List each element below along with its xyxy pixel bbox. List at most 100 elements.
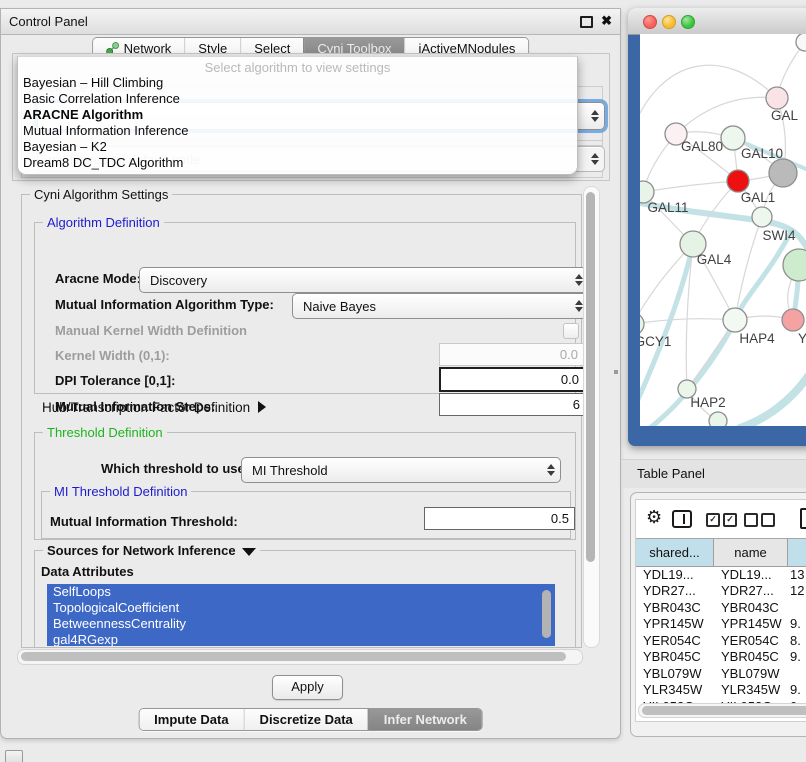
network-edge [735,217,762,320]
attribute-item[interactable]: SelfLoops [47,584,555,600]
table-cell[interactable]: 8. [788,633,806,648]
mi-type-label: Mutual Information Algorithm Type: [55,297,274,312]
sources-title: Sources for Network Inference [47,543,236,558]
network-node-gal[interactable] [766,87,788,109]
hub-definition-label: Hub/Transcription Factor Definition [42,400,250,415]
settings-vertical-scrollbar[interactable] [583,186,600,648]
column-header-name[interactable]: name [714,539,788,566]
table-cell[interactable]: 9. [788,649,806,664]
table-cell[interactable]: 13 [788,567,806,582]
document-icon[interactable] [800,508,806,529]
algorithm-option[interactable]: ARACNE Algorithm [18,107,577,123]
network-canvas[interactable]: GALGAL80GAL10GAL1GAL11SWI4GAL4GCY1HAP4YH… [640,34,806,426]
table-row[interactable]: YER054CYER054C8. [636,632,806,649]
table-cell[interactable]: YBR045C [636,649,714,664]
network-node[interactable] [769,159,797,187]
list-scrollbar-thumb[interactable] [542,590,551,638]
mi-threshold-field[interactable]: 0.5 [424,507,575,530]
network-node[interactable] [796,34,806,51]
network-node-hap4[interactable] [723,308,747,332]
scrollbar-thumb[interactable] [642,706,806,715]
which-threshold-value: MI Threshold [252,463,328,478]
table-cell[interactable]: YBR045C [714,649,788,664]
network-node-gcy1[interactable] [640,313,644,335]
mi-steps-field[interactable]: 6 [439,393,586,416]
table-cell[interactable]: YPR145W [636,616,714,631]
select-all-checks-icon[interactable]: ✓✓ [706,513,737,527]
dpi-tolerance-field[interactable]: 0.0 [439,367,586,392]
sources-toggle[interactable]: Sources for Network Inference [43,543,260,558]
scrollbar-thumb[interactable] [21,652,566,661]
table-row[interactable]: YBR043CYBR043C [636,599,806,616]
attribute-item[interactable]: gal4RGexp [47,632,555,646]
network-node-y[interactable] [782,309,804,331]
bottom-tab-infer-network[interactable]: Infer Network [368,709,482,730]
minimized-panel-icon[interactable] [5,750,23,762]
settings-horizontal-scrollbar[interactable] [17,649,583,665]
attribute-item[interactable]: BetweennessCentrality [47,616,555,632]
table-cell[interactable]: YER054C [714,633,788,648]
which-threshold-combo[interactable]: MI Threshold [241,457,561,483]
bottom-tab-impute-data[interactable]: Impute Data [139,709,243,730]
table-cell[interactable]: YDR27... [714,583,788,598]
which-threshold-label: Which threshold to use: [101,461,249,476]
table-cell[interactable]: YBL079W [636,666,714,681]
split-columns-icon[interactable] [672,510,692,528]
attribute-item[interactable]: TopologicalCoefficient [47,600,555,616]
table-cell[interactable]: YPR145W [714,616,788,631]
network-node[interactable] [709,412,727,426]
table-cell[interactable]: YBR043C [636,600,714,615]
close-icon[interactable]: ✖ [601,13,612,29]
algorithm-option[interactable]: Mutual Information Inference [18,123,577,139]
algorithm-option[interactable]: Bayesian – Hill Climbing [18,75,577,91]
table-cell[interactable]: YBL079W [714,666,788,681]
settings-gear-icon[interactable]: ⚙ [646,509,662,527]
table-cell[interactable]: YDL19... [636,567,714,582]
algorithm-option[interactable]: Bayesian – K2 [18,139,577,155]
table-cell[interactable]: 9. [788,682,806,697]
data-attributes-list[interactable]: SelfLoopsTopologicalCoefficientBetweenne… [47,584,555,646]
splitter-handle[interactable] [614,370,618,374]
column-header-shared-name[interactable]: shared... [636,539,714,566]
manual-kernel-checkbox[interactable] [563,323,579,339]
network-node-swi4[interactable] [752,207,772,227]
hub-definition-toggle[interactable]: Hub/Transcription Factor Definition [42,400,266,415]
expand-right-icon [258,401,266,413]
dropdown-items: Bayesian – Hill ClimbingBasic Correlatio… [18,75,577,171]
close-traffic-light-icon[interactable] [643,15,657,29]
column-header-partial[interactable] [788,539,806,566]
zoom-traffic-light-icon[interactable] [681,15,695,29]
table-cell[interactable]: 9. [788,616,806,631]
mi-type-combo[interactable]: Naive Bayes [292,293,589,319]
kernel-width-field[interactable]: 0.0 [439,343,584,366]
table-row[interactable]: YDL19...YDL19...13 [636,566,806,583]
minimize-traffic-light-icon[interactable] [662,15,676,29]
table-cell[interactable]: YLR345W [714,682,788,697]
table-row[interactable]: YDR27...YDR27...12 [636,583,806,600]
dropdown-placeholder: Select algorithm to view settings [18,57,577,75]
table-horizontal-scrollbar[interactable] [638,703,806,718]
table-row[interactable]: YPR145WYPR145W9. [636,616,806,633]
algorithm-option[interactable]: Basic Correlation Inference [18,91,577,107]
table-row[interactable]: YBR045CYBR045C9. [636,649,806,666]
table-cell[interactable]: YDL19... [714,567,788,582]
table-cell[interactable]: YDR27... [636,583,714,598]
table-cell[interactable]: 12 [788,583,806,598]
table-row[interactable]: YLR345WYLR345W9. [636,682,806,699]
aracne-mode-combo[interactable]: Discovery [139,267,589,293]
table-cell[interactable]: YLR345W [636,682,714,697]
table-cell[interactable]: YBR043C [714,600,788,615]
table-cell[interactable]: YER054C [636,633,714,648]
deselect-checks-icon[interactable] [744,513,775,527]
table-row[interactable]: YBL079WYBL079W [636,665,806,682]
tab-label: Impute Data [154,712,228,727]
bottom-tab-discretize-data[interactable]: Discretize Data [244,709,368,730]
control-panel-titlebar: Control Panel ✖ [1,9,620,35]
scrollbar-thumb[interactable] [586,192,595,562]
mi-type-value: Naive Bayes [303,299,376,314]
float-window-icon[interactable] [580,16,593,28]
network-node[interactable] [783,249,806,281]
algorithm-option[interactable]: Dream8 DC_TDC Algorithm [18,155,577,171]
network-node-gal1[interactable] [727,170,749,192]
apply-button[interactable]: Apply [272,675,343,700]
